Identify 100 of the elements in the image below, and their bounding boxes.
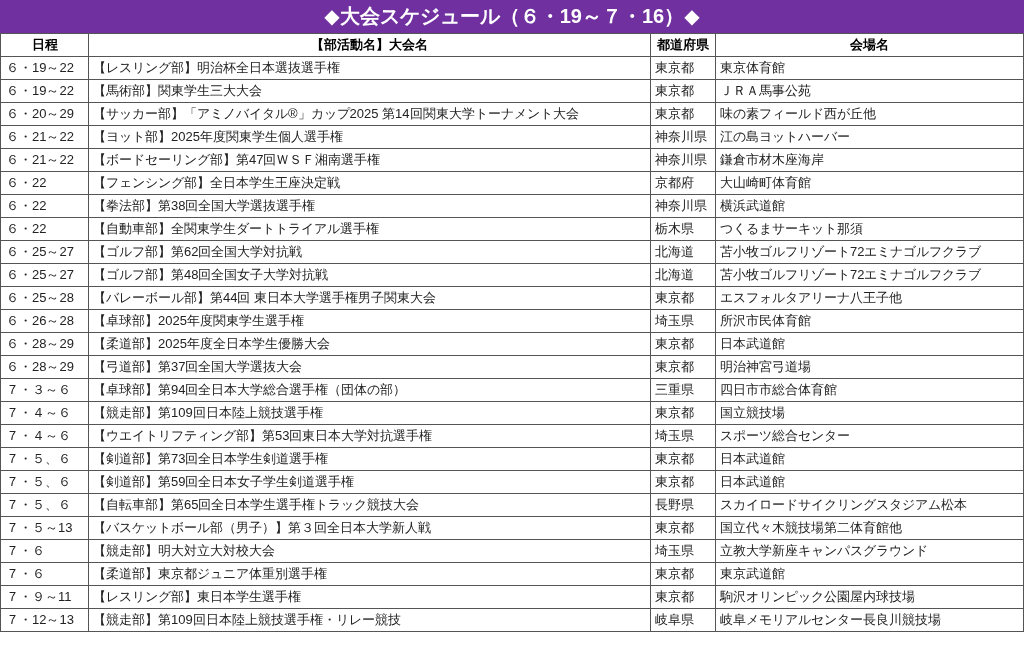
event-cell: 【剣道部】第73回全日本学生剣道選手権: [88, 447, 651, 471]
prefecture-cell: 東京都: [650, 585, 716, 609]
date-cell: ７・12～13: [0, 608, 89, 632]
event-cell: 【ボードセーリング部】第47回ＷＳＦ湘南選手権: [88, 148, 651, 172]
date-cell: ６・22: [0, 194, 89, 218]
prefecture-cell: 東京都: [650, 56, 716, 80]
date-cell: ６・19～22: [0, 79, 89, 103]
prefecture-cell: 東京都: [650, 516, 716, 540]
date-cell: ６・22: [0, 217, 89, 241]
event-cell: 【フェンシング部】全日本学生王座決定戦: [88, 171, 651, 195]
prefecture-cell: 埼玉県: [650, 309, 716, 333]
event-cell: 【卓球部】2025年度関東学生選手権: [88, 309, 651, 333]
prefecture-cell: 東京都: [650, 79, 716, 103]
venue-cell: 江の島ヨットハーバー: [715, 125, 1024, 149]
event-cell: 【自動車部】全関東学生ダートトライアル選手権: [88, 217, 651, 241]
event-cell: 【競走部】第109回日本陸上競技選手権・リレー競技: [88, 608, 651, 632]
prefecture-cell: 神奈川県: [650, 148, 716, 172]
venue-cell: 立教大学新座キャンパスグラウンド: [715, 539, 1024, 563]
venue-cell: スポーツ総合センター: [715, 424, 1024, 448]
venue-cell: 日本武道館: [715, 332, 1024, 356]
venue-cell: 苫小牧ゴルフリゾート72エミナゴルフクラブ: [715, 240, 1024, 264]
date-cell: ７・５～13: [0, 516, 89, 540]
venue-cell: スカイロードサイクリングスタジアム松本: [715, 493, 1024, 517]
prefecture-cell: 東京都: [650, 447, 716, 471]
event-cell: 【レスリング部】東日本学生選手権: [88, 585, 651, 609]
venue-cell: 東京武道館: [715, 562, 1024, 586]
venue-cell: 大山崎町体育館: [715, 171, 1024, 195]
event-cell: 【バレーボール部】第44回 東日本大学選手権男子関東大会: [88, 286, 651, 310]
date-cell: ６・28～29: [0, 332, 89, 356]
event-cell: 【弓道部】第37回全国大学選抜大会: [88, 355, 651, 379]
venue-cell: 鎌倉市材木座海岸: [715, 148, 1024, 172]
prefecture-cell: 京都府: [650, 171, 716, 195]
event-cell: 【競走部】明大対立大対校大会: [88, 539, 651, 563]
venue-cell: ＪＲＡ馬事公苑: [715, 79, 1024, 103]
column-header: 【部活動名】大会名: [88, 33, 651, 57]
event-cell: 【剣道部】第59回全日本女子学生剣道選手権: [88, 470, 651, 494]
venue-cell: 横浜武道館: [715, 194, 1024, 218]
event-cell: 【柔道部】東京都ジュニア体重別選手権: [88, 562, 651, 586]
prefecture-cell: 東京都: [650, 470, 716, 494]
venue-cell: 所沢市民体育館: [715, 309, 1024, 333]
date-cell: ７・３～６: [0, 378, 89, 402]
event-cell: 【馬術部】関東学生三大大会: [88, 79, 651, 103]
venue-cell: エスフォルタアリーナ八王子他: [715, 286, 1024, 310]
date-cell: ７・５、６: [0, 447, 89, 471]
date-cell: ７・６: [0, 562, 89, 586]
date-cell: ６・28～29: [0, 355, 89, 379]
prefecture-cell: 東京都: [650, 102, 716, 126]
prefecture-cell: 東京都: [650, 401, 716, 425]
date-cell: ６・20～29: [0, 102, 89, 126]
event-cell: 【ウエイトリフティング部】第53回東日本大学対抗選手権: [88, 424, 651, 448]
prefecture-cell: 埼玉県: [650, 539, 716, 563]
event-cell: 【柔道部】2025年度全日本学生優勝大会: [88, 332, 651, 356]
prefecture-cell: 東京都: [650, 332, 716, 356]
prefecture-cell: 北海道: [650, 263, 716, 287]
event-cell: 【バスケットボール部（男子）】第３回全日本大学新人戦: [88, 516, 651, 540]
prefecture-cell: 長野県: [650, 493, 716, 517]
event-cell: 【ゴルフ部】第48回全国女子大学対抗戦: [88, 263, 651, 287]
venue-cell: 岐阜メモリアルセンター長良川競技場: [715, 608, 1024, 632]
prefecture-cell: 岐阜県: [650, 608, 716, 632]
event-cell: 【ヨット部】2025年度関東学生個人選手権: [88, 125, 651, 149]
prefecture-cell: 北海道: [650, 240, 716, 264]
prefecture-cell: 埼玉県: [650, 424, 716, 448]
venue-cell: 日本武道館: [715, 470, 1024, 494]
date-cell: ７・５、６: [0, 493, 89, 517]
date-cell: ６・26～28: [0, 309, 89, 333]
event-cell: 【競走部】第109回日本陸上競技選手権: [88, 401, 651, 425]
prefecture-cell: 神奈川県: [650, 125, 716, 149]
date-cell: ６・25～28: [0, 286, 89, 310]
date-cell: ７・６: [0, 539, 89, 563]
column-header: 都道府県: [650, 33, 716, 57]
venue-cell: 明治神宮弓道場: [715, 355, 1024, 379]
date-cell: ６・21～22: [0, 148, 89, 172]
prefecture-cell: 三重県: [650, 378, 716, 402]
date-cell: ６・21～22: [0, 125, 89, 149]
schedule-title: ◆大会スケジュール（６・19～７・16）◆: [0, 0, 1024, 33]
venue-cell: 東京体育館: [715, 56, 1024, 80]
date-cell: ６・22: [0, 171, 89, 195]
venue-cell: 駒沢オリンピック公園屋内球技場: [715, 585, 1024, 609]
event-cell: 【自転車部】第65回全日本学生選手権トラック競技大会: [88, 493, 651, 517]
venue-cell: 四日市市総合体育館: [715, 378, 1024, 402]
date-cell: ６・19～22: [0, 56, 89, 80]
date-cell: ７・４～６: [0, 401, 89, 425]
venue-cell: つくるまサーキット那須: [715, 217, 1024, 241]
date-cell: ７・４～６: [0, 424, 89, 448]
prefecture-cell: 神奈川県: [650, 194, 716, 218]
prefecture-cell: 東京都: [650, 286, 716, 310]
event-cell: 【サッカー部】「アミノバイタル®」カップ2025 第14回関東大学トーナメント大会: [88, 102, 651, 126]
prefecture-cell: 東京都: [650, 355, 716, 379]
venue-cell: 国立競技場: [715, 401, 1024, 425]
venue-cell: 苫小牧ゴルフリゾート72エミナゴルフクラブ: [715, 263, 1024, 287]
venue-cell: 国立代々木競技場第二体育館他: [715, 516, 1024, 540]
venue-cell: 日本武道館: [715, 447, 1024, 471]
prefecture-cell: 栃木県: [650, 217, 716, 241]
event-cell: 【拳法部】第38回全国大学選抜選手権: [88, 194, 651, 218]
venue-cell: 味の素フィールド西が丘他: [715, 102, 1024, 126]
column-header: 会場名: [715, 33, 1024, 57]
date-cell: ７・５、６: [0, 470, 89, 494]
event-cell: 【卓球部】第94回全日本大学総合選手権（団体の部）: [88, 378, 651, 402]
date-cell: ６・25～27: [0, 263, 89, 287]
date-cell: ７・９～11: [0, 585, 89, 609]
